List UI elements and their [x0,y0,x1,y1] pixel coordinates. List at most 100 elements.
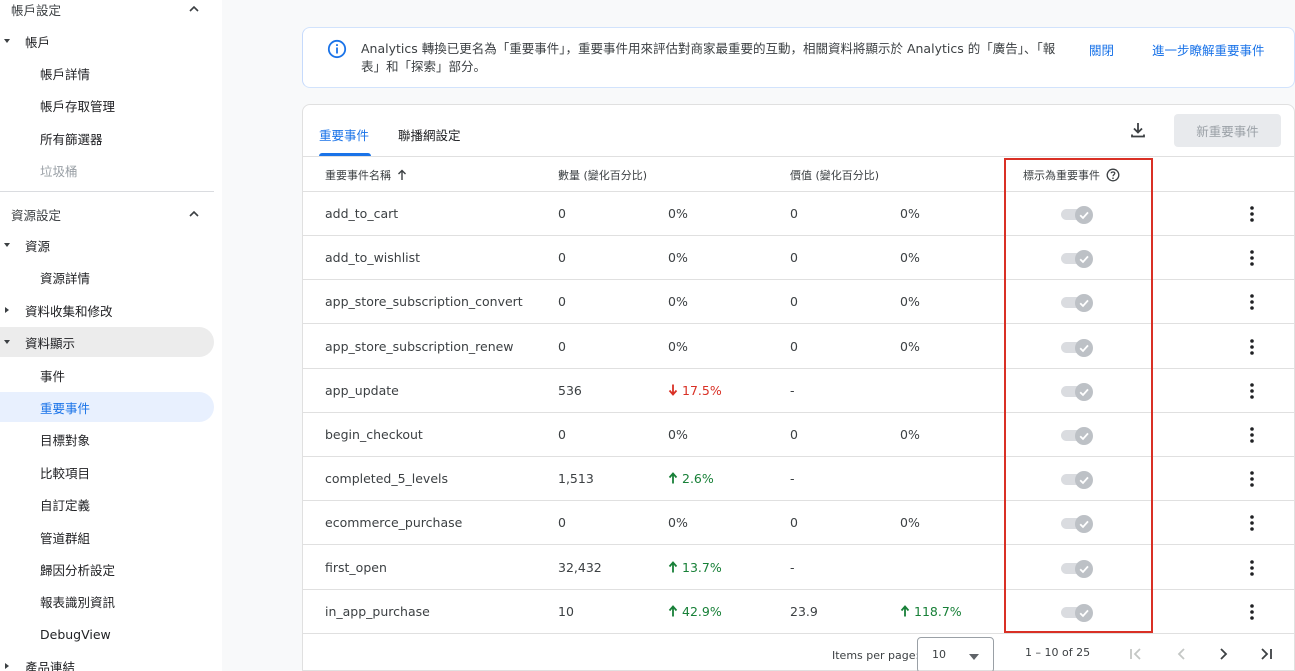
event-name-text: add_to_wishlist [325,250,421,266]
event-value-text: 0 [790,250,798,266]
next-page-icon[interactable] [1215,646,1231,662]
event-count-text: 0 [558,338,566,354]
sidebar-item-data-display[interactable]: 資料顯示 [0,327,214,357]
header-count[interactable]: 數量 (變化百分比) [558,167,647,183]
event-count: 0 [558,339,566,354]
sidebar-item-label: 資料收集和修改 [25,303,113,319]
prev-page-icon[interactable] [1174,646,1190,662]
table-row[interactable]: completed_5_levels 1,513 2.6% - [303,457,1295,502]
last-page-icon[interactable] [1258,646,1274,662]
check-icon [1079,565,1089,573]
toggle-knob [1075,338,1093,357]
more-vert-icon[interactable] [1243,204,1261,224]
sidebar-item-audiences[interactable]: 目標對象 [0,424,214,454]
help-icon[interactable] [1106,168,1120,182]
event-value-text: 0 [790,427,798,442]
first-page-icon[interactable] [1128,646,1144,662]
key-event-toggle[interactable] [1061,250,1095,269]
new-key-event-button[interactable]: 新重要事件 [1174,114,1281,147]
more-vert-icon[interactable] [1243,292,1261,312]
sidebar-item-data-collection[interactable]: 資料收集和修改 [0,295,214,325]
items-per-page-select[interactable]: 10 [917,637,994,671]
table-row[interactable]: in_app_purchase 10 42.9% 23.9 118.7% [303,590,1295,634]
dismiss-button[interactable]: 關閉 [1089,40,1114,59]
more-vert-icon[interactable] [1243,602,1261,622]
key-event-toggle[interactable] [1061,294,1095,313]
event-value-text: - [790,382,795,398]
key-event-toggle[interactable] [1061,382,1095,401]
key-event-toggle[interactable] [1061,206,1095,224]
key-event-toggle[interactable] [1061,338,1095,357]
sidebar-item-all-filters[interactable]: 所有篩選器 [0,123,214,153]
table-row[interactable]: app_store_subscription_renew 0 0% 0 0% [303,325,1295,369]
header-mark-as-key-event: 標示為重要事件 [1023,167,1120,183]
sidebar-item-attribution-settings[interactable]: 歸因分析設定 [0,554,214,584]
learn-more-link[interactable]: 進一步瞭解重要事件 [1152,40,1265,59]
event-name-text: ecommerce_purchase [325,515,463,531]
download-icon[interactable] [1129,121,1147,139]
sidebar-item-product-links[interactable]: 產品連結 [0,651,214,671]
check-icon [1079,432,1089,441]
sidebar-item-account-access[interactable]: 帳戶存取管理 [0,90,214,120]
more-vert-icon[interactable] [1243,469,1261,489]
table-row[interactable]: app_update 536 17.5% - [303,369,1295,413]
more-vert-icon[interactable] [1243,425,1261,445]
sidebar-item-label: 垃圾桶 [40,163,78,179]
event-count-text: 0 [558,250,566,266]
event-name-text: completed_5_levels [325,471,449,487]
sidebar-item-label: 資源 [25,238,51,254]
sidebar-item-channel-groups[interactable]: 管道群組 [0,522,214,552]
event-count-text: 10 [558,603,574,619]
key-event-toggle[interactable] [1061,559,1095,578]
table-row[interactable]: add_to_cart 0 0% 0 0% [303,192,1295,236]
tab-network-settings[interactable]: 聯播網設定 [398,125,461,144]
sidebar-item-label: 報表識別資訊 [40,594,116,610]
info-icon [327,39,347,59]
section-label: 帳戶設定 [11,2,62,18]
more-vert-icon[interactable] [1243,337,1261,357]
more-vert-icon[interactable] [1243,558,1261,578]
chevron-up-icon [189,5,199,12]
table-row[interactable]: add_to_wishlist 0 0% 0 0% [303,236,1295,281]
header-name-label: 重要事件名稱 [325,169,391,182]
table-row[interactable]: ecommerce_purchase 0 0% 0 0% [303,501,1295,546]
sidebar-item-account[interactable]: 帳戶 [0,26,214,56]
count-change: 42.9% [668,604,722,619]
event-count: 536 [558,383,582,398]
sidebar-section-property-settings[interactable]: 資源設定 [0,199,214,229]
key-event-toggle[interactable] [1061,515,1095,534]
more-vert-icon[interactable] [1243,381,1261,401]
event-count: 0 [558,250,566,265]
check-icon [1079,211,1089,220]
sidebar-item-comparisons[interactable]: 比較項目 [0,457,214,487]
sidebar-item-reporting-identity[interactable]: 報表識別資訊 [0,586,214,616]
header-name[interactable]: 重要事件名稱 [325,167,407,183]
sidebar-section-account-settings[interactable]: 帳戶設定 [0,0,214,24]
key-event-toggle[interactable] [1061,427,1095,445]
more-vert-icon[interactable] [1243,248,1261,268]
toggle-knob [1075,294,1093,313]
key-event-toggle[interactable] [1061,471,1095,490]
sidebar-item-account-details[interactable]: 帳戶詳情 [0,58,214,88]
sidebar-item-label: DebugView [40,626,111,642]
sidebar-item-property-details[interactable]: 資源詳情 [0,262,214,292]
event-value-text: - [790,471,795,487]
sidebar-item-label: 事件 [40,368,66,384]
sidebar: 帳戶設定 帳戶 帳戶詳情 帳戶存取管理 所有篩選器 垃圾桶 資源設定 資源 資源… [0,0,222,671]
sidebar-item-events[interactable]: 事件 [0,360,214,390]
sidebar-item-custom-definitions[interactable]: 自訂定義 [0,489,214,519]
sidebar-item-debugview[interactable]: DebugView [0,619,214,649]
table-row[interactable]: first_open 32,432 13.7% - [303,546,1295,590]
more-vert-icon[interactable] [1243,513,1261,533]
table-row[interactable]: begin_checkout 0 0% 0 0% [303,413,1295,457]
value-change-text: 0% [900,338,920,354]
event-name: add_to_wishlist [325,250,420,265]
header-value[interactable]: 價值 (變化百分比) [790,167,879,183]
sidebar-item-label: 比較項目 [40,465,91,481]
sidebar-item-key-events[interactable]: 重要事件 [0,392,214,422]
key-event-toggle[interactable] [1061,603,1095,622]
tab-key-events[interactable]: 重要事件 [319,125,369,144]
table-row[interactable]: app_store_subscription_convert 0 0% 0 0% [303,280,1295,325]
sidebar-item-property[interactable]: 資源 [0,230,214,260]
event-count-text: 0 [558,294,566,310]
